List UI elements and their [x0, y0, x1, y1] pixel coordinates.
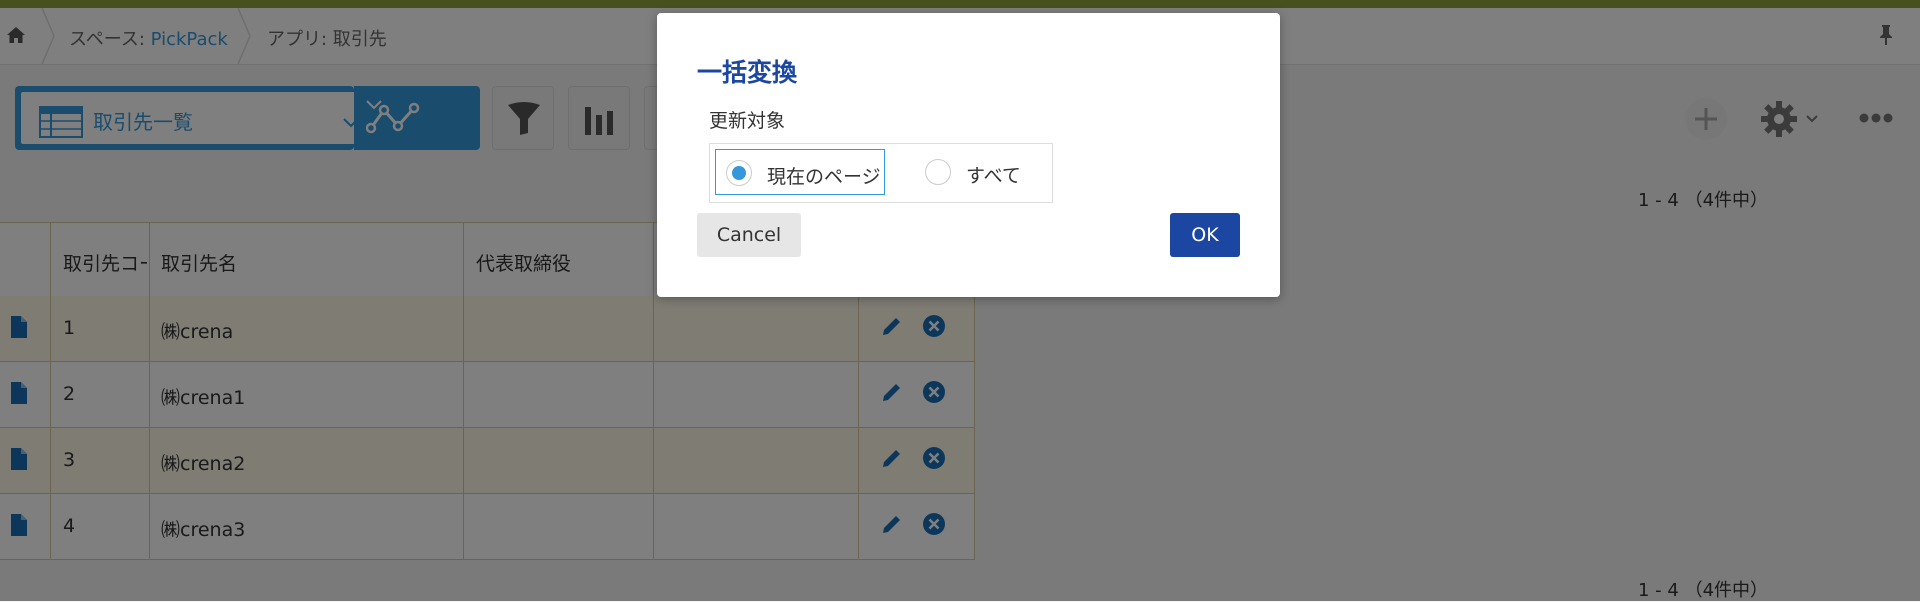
update-target-radio-group: 現在のページ すべて — [709, 143, 1053, 203]
cancel-button[interactable]: Cancel — [697, 213, 801, 257]
radio-unchecked-icon — [925, 159, 951, 185]
radio-label: すべて — [966, 165, 1021, 187]
radio-label: 現在のページ — [767, 166, 881, 188]
bulk-convert-dialog: 一括変換 更新対象 現在のページ すべて Cancel OK — [657, 13, 1280, 297]
dialog-title: 一括変換 — [697, 58, 798, 87]
ok-button[interactable]: OK — [1170, 213, 1240, 257]
radio-all[interactable]: すべて — [915, 149, 1045, 195]
update-target-label: 更新対象 — [709, 110, 786, 132]
radio-checked-icon — [726, 160, 752, 186]
radio-current-page[interactable]: 現在のページ — [715, 149, 885, 195]
